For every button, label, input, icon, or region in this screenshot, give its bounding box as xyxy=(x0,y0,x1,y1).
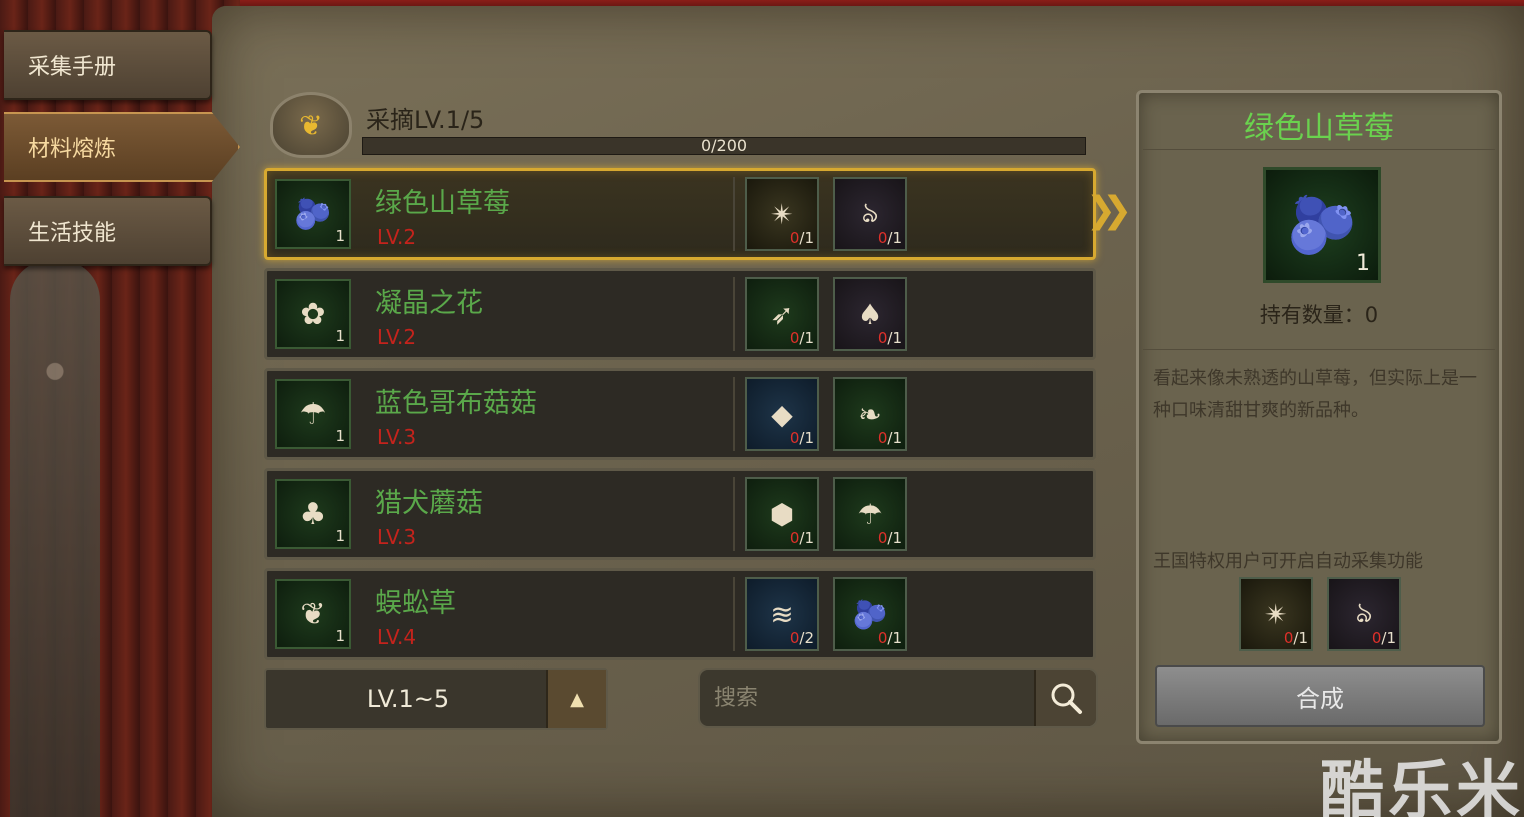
dropdown-toggle-button[interactable]: ▲ xyxy=(546,670,606,728)
blue-crystal-icon[interactable]: ⬢ 0/1 xyxy=(745,477,819,551)
material-count: 0/1 xyxy=(877,629,902,647)
tab-label: 生活技能 xyxy=(28,221,117,246)
divider xyxy=(1143,349,1495,350)
tab-label: 材料熔炼 xyxy=(28,137,117,162)
xp-progress-bar: 0/200 xyxy=(362,136,1086,155)
material-count: 0/1 xyxy=(789,529,814,547)
herb-leaf-icon: ❦ 1 xyxy=(275,579,351,649)
row-divider xyxy=(733,177,735,251)
level-range-value: LV.1~5 xyxy=(366,685,450,713)
recipe-row[interactable]: ❦ 1 蜈蚣草 LV.4 ≋ 0/2 🫐 0/1 xyxy=(264,568,1096,660)
fish-icon[interactable]: ≋ 0/2 xyxy=(745,577,819,651)
recipe-level: LV.3 xyxy=(377,425,417,449)
search-input[interactable] xyxy=(700,670,1036,726)
owned-count: 持有数量：0 xyxy=(1259,303,1379,327)
recipe-level: LV.4 xyxy=(377,625,417,649)
row-divider xyxy=(733,377,735,451)
gather-emblem-icon: ❦ xyxy=(270,92,352,158)
material-count: 0/2 xyxy=(789,629,814,647)
pillar-ornament xyxy=(10,260,100,817)
recipe-level: LV.3 xyxy=(377,525,417,549)
material-count: 0/1 xyxy=(877,529,902,547)
item-qty: 1 xyxy=(335,527,345,545)
search-button[interactable] xyxy=(1034,670,1096,726)
purple-vine-icon[interactable]: ঌ 0/1 xyxy=(1327,577,1401,651)
gather-level-title: 采摘LV.1/5 xyxy=(366,106,485,134)
row-divider xyxy=(733,477,735,551)
recipe-row[interactable]: ✿ 1 凝晶之花 LV.2 ➶ 0/1 ♠ 0/1 xyxy=(264,268,1096,360)
seed-pod-icon[interactable]: ❧ 0/1 xyxy=(833,377,907,451)
yellow-burst-icon[interactable]: ✴ 0/1 xyxy=(745,177,819,251)
blackberry-icon[interactable]: 🫐 0/1 xyxy=(833,577,907,651)
recipe-row[interactable]: ☂ 1 蓝色哥布菇菇 LV.3 ◆ 0/1 ❧ 0/1 xyxy=(264,368,1096,460)
item-detail-panel: 绿色山草莓 🫐 1 持有数量：0 看起来像未熟透的山草莓，但实际上是一种口味清甜甘… xyxy=(1136,90,1502,744)
blue-mushroom-icon[interactable]: ☂ 0/1 xyxy=(833,477,907,551)
recipe-row[interactable]: ♣ 1 猎犬蘑菇 LV.3 ⬢ 0/1 ☂ 0/1 xyxy=(264,468,1096,560)
row-divider xyxy=(733,277,735,351)
item-qty: 1 xyxy=(335,327,345,345)
row-divider xyxy=(733,577,735,651)
auto-gather-note: 王国特权用户可开启自动采集功能 xyxy=(1153,551,1423,572)
brown-mushroom-icon[interactable]: ♠ 0/1 xyxy=(833,277,907,351)
material-count: 0/1 xyxy=(789,229,814,247)
chanterelle-icon: ♣ 1 xyxy=(275,479,351,549)
tab-label: 采集手册 xyxy=(28,55,117,80)
recipe-level: LV.2 xyxy=(377,325,417,349)
recipe-name: 绿色山草莓 xyxy=(375,188,510,219)
tab-material-smelting[interactable]: 材料熔炼 xyxy=(4,112,240,182)
ore-nugget-icon[interactable]: ◆ 0/1 xyxy=(745,377,819,451)
material-count: 0/1 xyxy=(877,329,902,347)
item-description: 看起来像未熟透的山草莓，但实际上是一种口味清甜甘爽的新品种。 xyxy=(1153,368,1477,421)
material-count: 0/1 xyxy=(1283,629,1308,647)
recipe-row[interactable]: 🫐 1 绿色山草莓 LV.2 ✴ 0/1 ঌ 0/1 xyxy=(264,168,1096,260)
tab-life-skills[interactable]: 生活技能 xyxy=(4,196,212,266)
material-count: 0/1 xyxy=(1371,629,1396,647)
material-count: 0/1 xyxy=(789,329,814,347)
item-qty: 1 xyxy=(335,227,345,245)
crystal-flower-icon: ✿ 1 xyxy=(275,279,351,349)
item-qty: 1 xyxy=(335,427,345,445)
fishing-lure-icon[interactable]: ➶ 0/1 xyxy=(745,277,819,351)
material-count: 0/1 xyxy=(877,229,902,247)
item-qty: 1 xyxy=(335,627,345,645)
blue-mushroom-icon: ☂ 1 xyxy=(275,379,351,449)
blackberry-icon: 🫐 1 xyxy=(275,179,351,249)
yellow-burst-icon[interactable]: ✴ 0/1 xyxy=(1239,577,1313,651)
recipe-name: 蓝色哥布菇菇 xyxy=(375,388,537,419)
recipe-name: 猎犬蘑菇 xyxy=(375,488,483,519)
material-count: 0/1 xyxy=(789,429,814,447)
detail-title: 绿色山草莓 xyxy=(1244,111,1394,146)
watermark-logo: 酷乐米 xyxy=(1320,755,1524,817)
material-count: 0/1 xyxy=(877,429,902,447)
divider xyxy=(1143,149,1495,150)
xp-text: 0/200 xyxy=(700,136,748,155)
recipe-name: 蜈蚣草 xyxy=(375,588,456,619)
selection-chevron-icon: ❯❯ xyxy=(1086,190,1132,231)
recipe-name: 凝晶之花 xyxy=(375,288,483,319)
level-range-dropdown[interactable]: LV.1~5 ▲ xyxy=(264,668,608,730)
detail-qty: 1 xyxy=(1356,251,1370,276)
caret-up-icon: ▲ xyxy=(570,688,584,710)
craft-button[interactable]: 合成 xyxy=(1155,665,1485,727)
search-icon xyxy=(1051,683,1082,714)
purple-vine-icon[interactable]: ঌ 0/1 xyxy=(833,177,907,251)
search-box[interactable] xyxy=(698,668,1098,728)
blackberry-icon: 🫐 1 xyxy=(1263,167,1381,283)
recipe-level: LV.2 xyxy=(377,225,417,249)
tab-gather-handbook[interactable]: 采集手册 xyxy=(4,30,212,100)
